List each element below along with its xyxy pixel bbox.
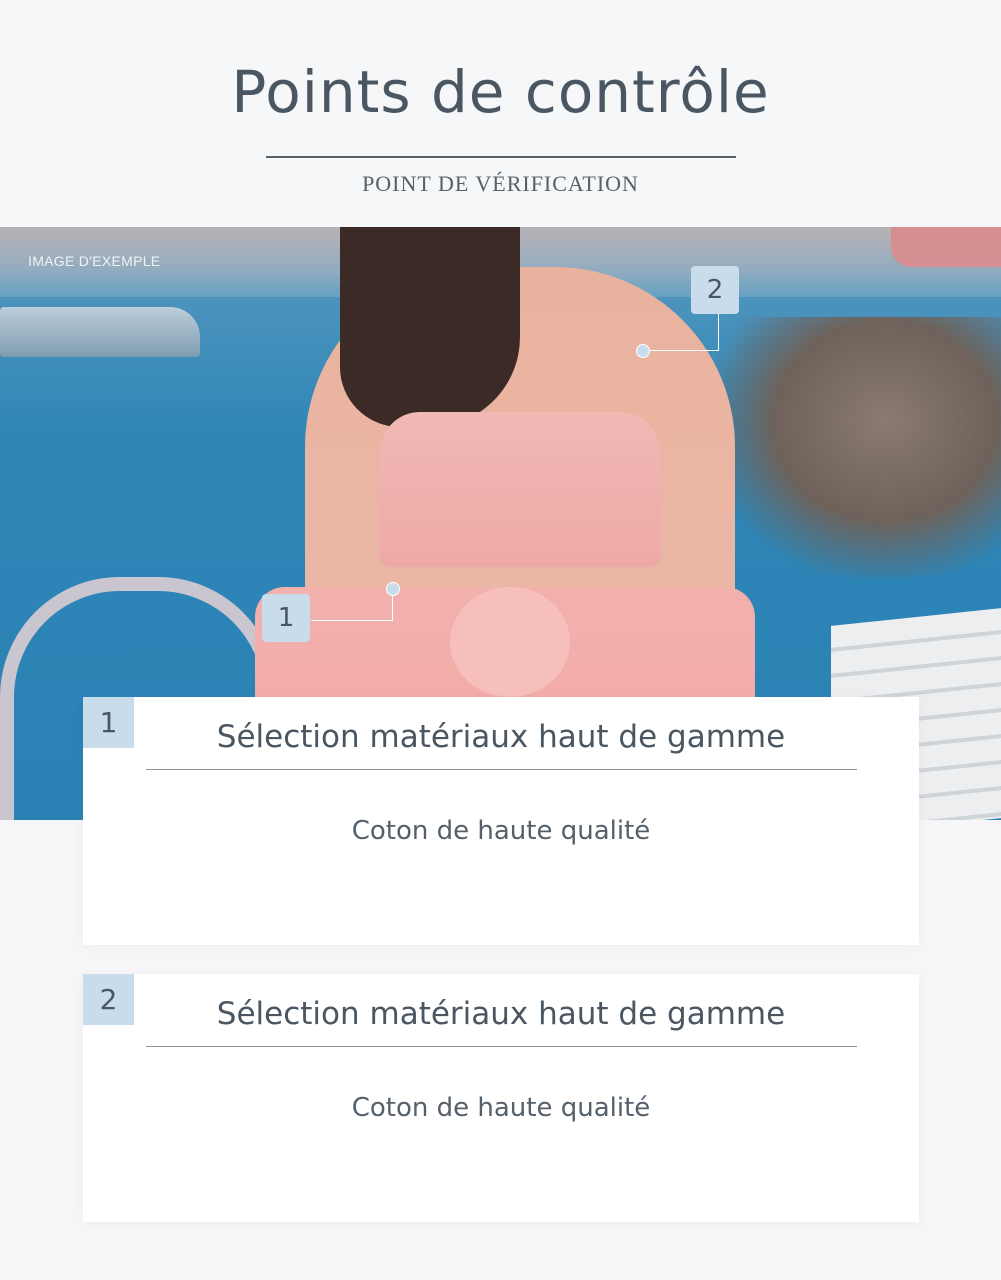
checkpoint-card-2: 2 Sélection matériaux haut de gamme Coto…	[83, 974, 919, 1222]
checkpoint-title: Sélection matériaux haut de gamme	[216, 996, 786, 1032]
checkpoint-title: Sélection matériaux haut de gamme	[216, 719, 786, 755]
page-subtitle: POINT DE VÉRIFICATION	[362, 171, 639, 196]
marker-2-leader-horizontal	[642, 350, 719, 351]
checkpoint-divider	[146, 769, 857, 770]
page-title: Points de contrôle	[231, 58, 770, 126]
photo-marker-2[interactable]: 2	[691, 266, 739, 314]
page-header: Points de contrôle POINT DE VÉRIFICATION	[0, 0, 1001, 227]
marker-1-leader-horizontal	[311, 620, 393, 621]
checkpoint-description: Coton de haute qualité	[351, 816, 651, 846]
model-pink-top	[380, 412, 660, 567]
model-waist-bow	[450, 587, 570, 697]
photo-background-awning	[891, 227, 1001, 267]
checkpoint-divider	[146, 1046, 857, 1047]
sample-image-label: IMAGE D'EXEMPLE	[28, 253, 161, 269]
checkpoint-description: Coton de haute qualité	[351, 1093, 651, 1123]
photo-background-boat	[0, 307, 200, 357]
model-hair	[340, 227, 520, 427]
marker-2-dot	[636, 344, 650, 358]
marker-1-dot	[386, 582, 400, 596]
title-divider	[266, 156, 736, 158]
marker-2-leader-vertical	[718, 314, 719, 351]
checkpoint-card-1: 1 Sélection matériaux haut de gamme Coto…	[83, 697, 919, 945]
photo-marker-1[interactable]: 1	[262, 594, 310, 642]
